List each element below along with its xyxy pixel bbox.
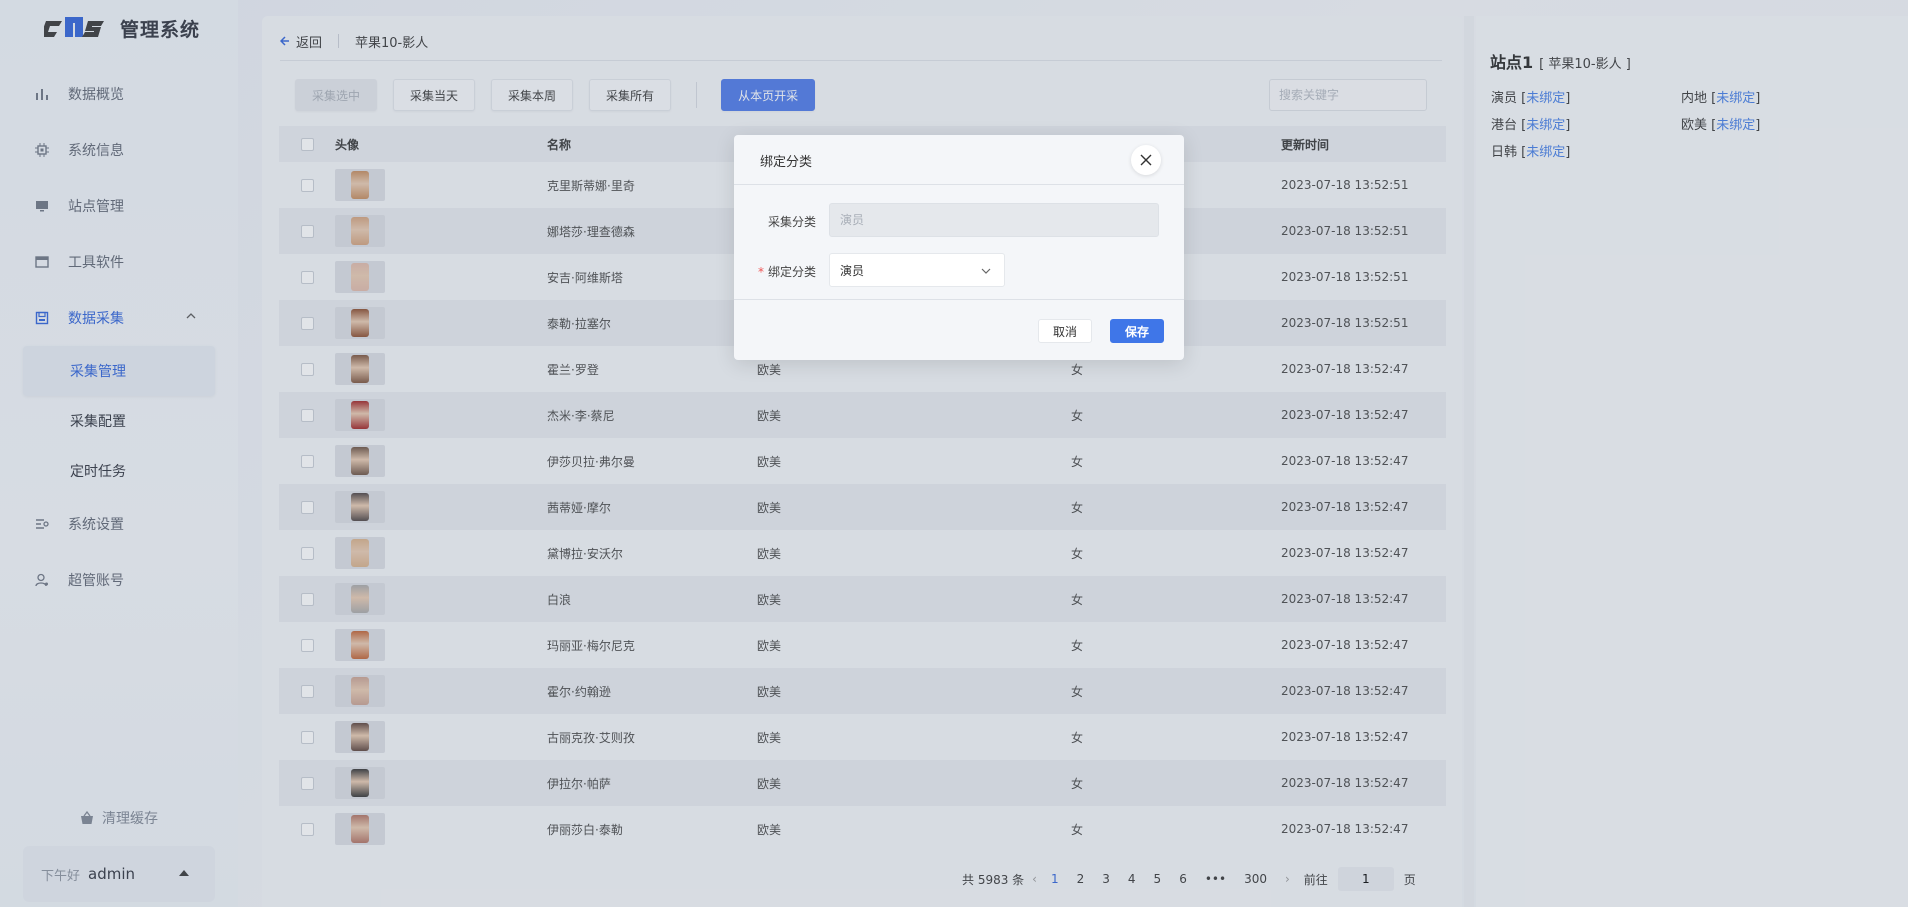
dialog-close-button[interactable]: [1131, 145, 1161, 175]
source-category-label: 采集分类: [767, 215, 816, 229]
bind-category-label: * 绑定分类: [757, 265, 816, 279]
dialog-title: 绑定分类: [760, 155, 813, 170]
save-button[interactable]: 保存: [1110, 319, 1165, 343]
bind-category-value: 演员: [840, 263, 865, 278]
divider: [734, 299, 1184, 300]
chevron-down-icon: [981, 268, 991, 274]
divider: [734, 184, 1184, 185]
cancel-button[interactable]: 取消: [1038, 319, 1093, 343]
bind-category-select[interactable]: 演员: [829, 253, 1005, 287]
close-icon: [1140, 154, 1152, 166]
bind-category-dialog: 绑定分类 采集分类 *绑定分类 演员 取消 保存: [734, 135, 1184, 360]
source-category-input: [829, 203, 1159, 237]
bind-category-label-text: 绑定分类: [767, 265, 816, 279]
